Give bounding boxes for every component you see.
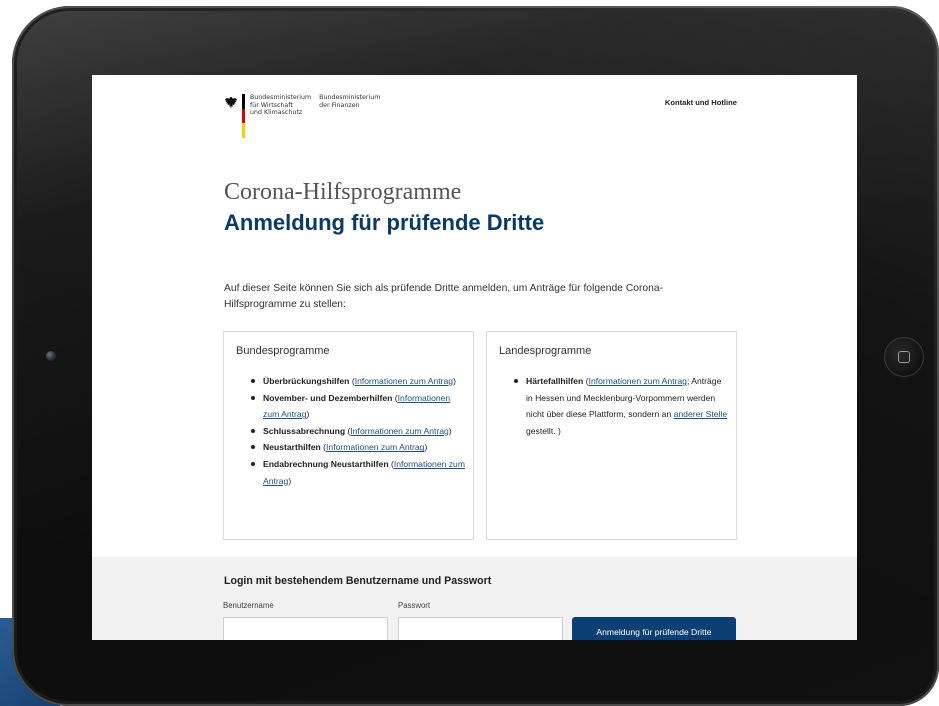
front-camera-icon — [46, 351, 56, 361]
anderer-stelle-link[interactable]: anderer Stelle — [674, 409, 728, 419]
program-name: November- und Dezemberhilfen — [263, 392, 393, 403]
info-link-neustarthilfen[interactable]: Informationen zum Antrag — [326, 442, 424, 452]
info-link-haertefallhilfen[interactable]: Informationen zum Antrag — [589, 376, 687, 386]
login-submit-button[interactable]: Anmeldung für prüfende Dritte — [572, 617, 736, 640]
program-name: Endabrechnung Neustarthilfen — [263, 458, 389, 469]
program-name: Härtefallhilfen — [526, 376, 584, 386]
bullet — [251, 461, 255, 466]
home-button-icon[interactable] — [884, 337, 924, 377]
list-item: Überbrückungshilfen (Informationen zum A… — [250, 373, 465, 390]
username-label: Benutzername — [223, 601, 274, 610]
list-item: November- und Dezemberhilfen (Informatio… — [250, 390, 465, 423]
bundesprogramme-list: Überbrückungshilfen (Informationen zum A… — [250, 373, 465, 489]
paren-close: ) — [424, 442, 428, 453]
bundesprogramme-box: Bundesprogramme Überbrückungshilfen (Inf… — [223, 331, 474, 540]
bullet — [251, 395, 255, 400]
list-item: Schlussabrechnung (Informationen zum Ant… — [250, 423, 465, 440]
haertefall-note-end: gestellt. ) — [526, 425, 561, 436]
program-name: Schlussabrechnung — [263, 425, 346, 436]
landesprogramme-title: Landesprogramme — [499, 345, 592, 357]
flag-bar — [242, 94, 245, 139]
username-input[interactable] — [223, 617, 388, 640]
contact-hotline-link[interactable]: Kontakt und Hotline — [665, 98, 737, 107]
flag-black-stripe — [242, 94, 245, 109]
landesprogramme-box: Landesprogramme Härtefallhilfen (Informa… — [486, 331, 737, 540]
list-item: Härtefallhilfen (Informationen zum Antra… — [513, 373, 728, 439]
page-subtitle: Anmeldung für prüfende Dritte — [224, 210, 545, 235]
bullet — [251, 428, 255, 433]
ministry-name-bmf: Bundesministerium der Finanzen — [319, 94, 381, 109]
ministry-logo: Bundesministerium für Wirtschaft und Kli… — [224, 94, 388, 139]
federal-eagle-icon — [225, 97, 237, 109]
bundesprogramme-title: Bundesprogramme — [236, 345, 330, 357]
tablet-screen: Bundesministerium für Wirtschaft und Kli… — [92, 75, 857, 640]
password-input[interactable] — [398, 617, 563, 640]
bullet — [251, 379, 255, 383]
bullet — [514, 379, 518, 383]
password-label: Passwort — [398, 601, 431, 610]
program-name: Überbrückungshilfen — [263, 376, 350, 386]
paren-close: ) — [288, 475, 292, 486]
login-heading: Login mit bestehendem Benutzername und P… — [224, 575, 492, 587]
paren-close: ) — [306, 409, 310, 420]
login-section: Login mit bestehendem Benutzername und P… — [92, 557, 857, 640]
page-title: Corona-Hilfsprogramme — [224, 179, 462, 205]
paren-close: ) — [453, 376, 456, 386]
info-link-schlussabrechnung[interactable]: Informationen zum Antrag — [350, 426, 448, 436]
list-item: Endabrechnung Neustarthilfen (Informatio… — [250, 456, 465, 489]
bullet — [251, 445, 255, 450]
program-name: Neustarthilfen — [263, 442, 321, 453]
ministry-name-bmwk: Bundesministerium für Wirtschaft und Kli… — [250, 94, 312, 116]
paren-close: ) — [448, 425, 452, 436]
list-item: Neustarthilfen (Informationen zum Antrag… — [250, 439, 465, 456]
intro-text: Auf dieser Seite können Sie sich als prü… — [224, 283, 664, 310]
info-link-ueberbrueckungshilfen[interactable]: Informationen zum Antrag — [355, 376, 453, 386]
flag-red-stripe — [242, 108, 245, 124]
home-button-square — [898, 351, 910, 363]
landesprogramme-list: Härtefallhilfen (Informationen zum Antra… — [513, 373, 728, 439]
flag-gold-stripe — [242, 123, 245, 139]
